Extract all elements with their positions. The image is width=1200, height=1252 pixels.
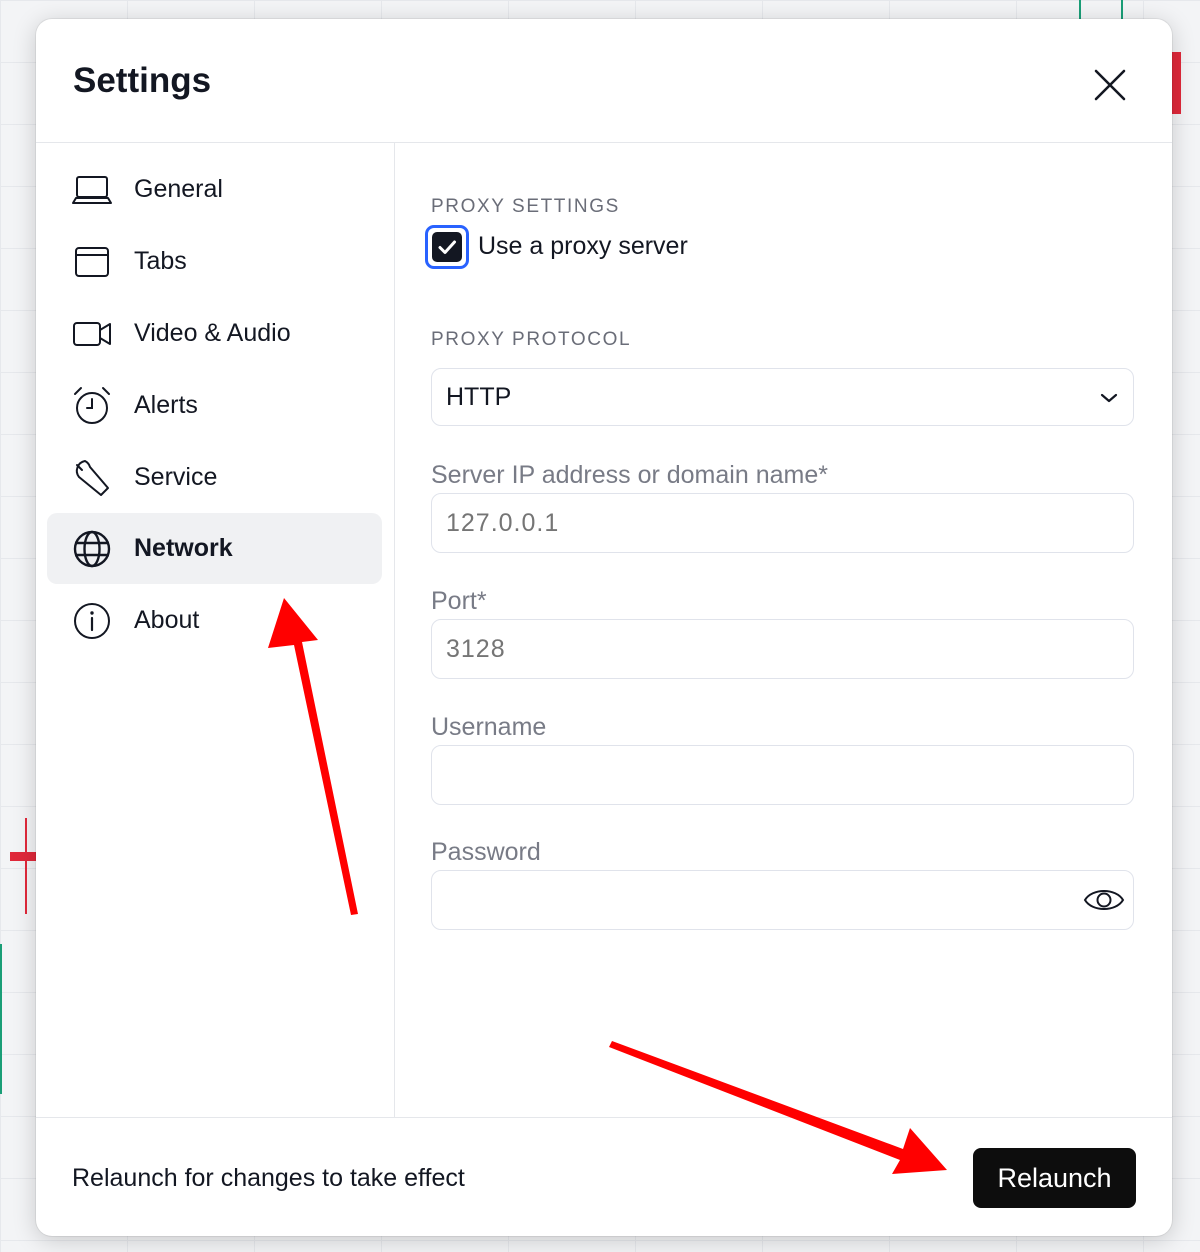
sidebar-item-tabs[interactable]: Tabs: [47, 226, 382, 297]
use-proxy-label[interactable]: Use a proxy server: [478, 232, 688, 261]
username-label: Username: [431, 713, 547, 741]
password-label: Password: [431, 838, 541, 866]
wrench-icon: [75, 460, 109, 496]
sidebar-item-label: Network: [134, 534, 233, 562]
background-candle-green: [1079, 0, 1081, 19]
server-address-input[interactable]: [431, 493, 1134, 553]
port-label: Port*: [431, 587, 487, 615]
eye-icon: [1083, 890, 1125, 910]
sidebar-item-label: Video & Audio: [134, 319, 291, 347]
background-candle-red: [1172, 52, 1181, 114]
dialog-header: Settings: [36, 19, 1172, 143]
use-proxy-checkbox[interactable]: [425, 225, 469, 269]
globe-icon: [73, 530, 111, 568]
proxy-settings-heading: PROXY SETTINGS: [431, 196, 620, 217]
sidebar-item-label: Alerts: [134, 391, 198, 419]
close-icon: [1094, 69, 1126, 101]
tab-window-icon: [75, 247, 109, 277]
close-button[interactable]: [1088, 63, 1132, 107]
sidebar-item-about[interactable]: About: [47, 585, 382, 656]
sidebar-item-video-audio[interactable]: Video & Audio: [47, 298, 382, 369]
laptop-icon: [72, 176, 112, 204]
background-candle-red: [25, 818, 27, 914]
settings-dialog: Settings General Tabs Video & Audio Aler…: [36, 19, 1172, 1236]
sidebar-item-service[interactable]: Service: [47, 442, 382, 513]
relaunch-hint: Relaunch for changes to take effect: [72, 1164, 465, 1192]
sidebar-item-general[interactable]: General: [47, 154, 382, 225]
port-input[interactable]: [431, 619, 1134, 679]
info-icon: [74, 603, 110, 639]
sidebar-item-network[interactable]: Network: [47, 513, 382, 584]
video-camera-icon: [73, 322, 111, 346]
background-candle-red: [10, 852, 36, 861]
sidebar-item-label: Service: [134, 463, 218, 491]
dialog-footer: Relaunch for changes to take effect Rela…: [36, 1117, 1172, 1236]
sidebar-item-label: General: [134, 175, 223, 203]
username-input[interactable]: [431, 745, 1134, 805]
proxy-protocol-value: HTTP: [446, 383, 512, 411]
chevron-down-icon: [1100, 393, 1118, 403]
background-candle-green: [1121, 0, 1123, 19]
relaunch-button[interactable]: Relaunch: [973, 1148, 1136, 1208]
sidebar-item-label: About: [134, 606, 200, 634]
background-candle-green: [0, 944, 2, 1094]
alarm-clock-icon: [74, 387, 110, 424]
sidebar-item-label: Tabs: [134, 247, 187, 275]
sidebar-item-alerts[interactable]: Alerts: [47, 370, 382, 441]
proxy-protocol-select[interactable]: HTTP: [431, 368, 1134, 426]
settings-sidebar: General Tabs Video & Audio Alerts Servic…: [36, 143, 395, 1118]
show-password-button[interactable]: [1083, 883, 1125, 917]
checkmark-icon: [438, 240, 456, 254]
proxy-protocol-heading: PROXY PROTOCOL: [431, 329, 632, 350]
password-input[interactable]: [431, 870, 1134, 930]
dialog-title: Settings: [73, 61, 212, 100]
checkbox-fill: [432, 232, 462, 262]
network-settings-panel: PROXY SETTINGS Use a proxy server PROXY …: [395, 143, 1172, 1118]
server-address-label: Server IP address or domain name*: [431, 461, 828, 489]
